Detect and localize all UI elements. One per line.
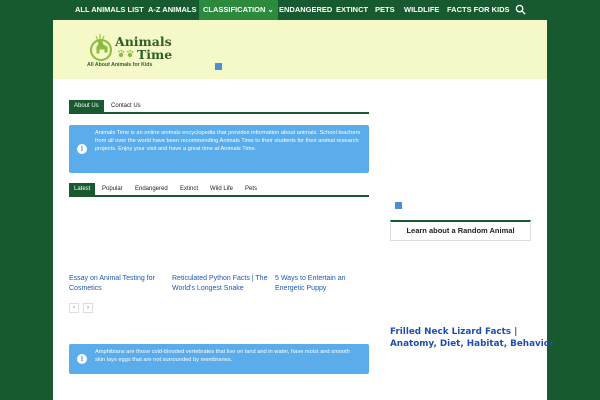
info-icon: i	[77, 144, 87, 154]
nav-item-extinct[interactable]: EXTINCT	[336, 0, 368, 20]
nav-item-pets[interactable]: PETS	[375, 0, 395, 20]
prev-page-button[interactable]: ‹	[69, 303, 79, 313]
page-content: Animals Time All About Animals for Kids …	[53, 20, 555, 400]
nav-item-facts-for-kids[interactable]: FACTS FOR KIDS	[447, 0, 510, 20]
post-title-energetic-puppy[interactable]: 5 Ways to Entertain an Energetic Puppy	[275, 274, 369, 294]
paw-prints-icon	[118, 49, 134, 58]
post-title-reticulated-python[interactable]: Reticulated Python Facts | The World's L…	[172, 274, 272, 294]
top-navigation: ALL ANIMALS LIST A-Z ANIMALS CLASSIFICAT…	[0, 0, 600, 20]
ad-info-icon[interactable]	[215, 63, 222, 70]
tab-popular[interactable]: Popular	[97, 183, 128, 195]
logo-tagline: All About Animals for Kids	[87, 62, 153, 68]
tab-about-us[interactable]: About Us	[69, 100, 104, 112]
featured-post-title-line2: Anatomy, Diet, Habitat, Behavior	[390, 339, 555, 349]
post-category-tabs: Latest Popular Endangered Extinct Wild L…	[69, 183, 369, 197]
amphibians-text: Amphibians are those cold-blooded verteb…	[95, 349, 350, 363]
next-page-button[interactable]: ›	[83, 303, 93, 313]
tab-pets[interactable]: Pets	[240, 183, 262, 195]
site-header: Animals Time All About Animals for Kids	[53, 20, 547, 79]
nav-item-wildlife[interactable]: WILDLIFE	[404, 0, 439, 20]
tab-contact-us[interactable]: Contact Us	[106, 100, 146, 112]
nav-item-classification[interactable]: CLASSIFICATION ⌄	[199, 0, 278, 20]
tab-endangered[interactable]: Endangered	[130, 183, 173, 195]
nav-item-endangered[interactable]: ENDANGERED	[279, 0, 332, 20]
tab-latest[interactable]: Latest	[69, 183, 96, 195]
tab-extinct[interactable]: Extinct	[175, 183, 203, 195]
deer-logo-icon	[90, 34, 112, 61]
sidebar-ad-info-icon[interactable]	[395, 202, 402, 209]
site-logo[interactable]: Animals Time All About Animals for Kids	[87, 30, 207, 72]
nav-item-all-animals-list[interactable]: ALL ANIMALS LIST	[75, 0, 144, 20]
about-text: Animals Time is an online animals encycl…	[95, 130, 361, 152]
search-icon[interactable]	[515, 4, 526, 15]
info-icon: i	[77, 354, 87, 364]
featured-post-title-line1: Frilled Neck Lizard Facts |	[390, 327, 518, 337]
tab-wild-life[interactable]: Wild Life	[205, 183, 238, 195]
about-info-box: i Animals Time is an online animals ency…	[69, 125, 369, 173]
featured-post-title[interactable]: Frilled Neck Lizard Facts | Anatomy, Die…	[390, 326, 555, 350]
nav-item-a-z-animals[interactable]: A-Z ANIMALS	[148, 0, 196, 20]
post-title-animal-testing[interactable]: Essay on Animal Testing for Cosmetics	[69, 274, 167, 294]
about-tabs: About Us Contact Us	[69, 100, 369, 114]
random-animal-button[interactable]: Learn about a Random Animal	[390, 220, 531, 241]
amphibians-info-box: i Amphibians are those cold-blooded vert…	[69, 344, 369, 374]
logo-title-line2: Time	[137, 47, 173, 62]
